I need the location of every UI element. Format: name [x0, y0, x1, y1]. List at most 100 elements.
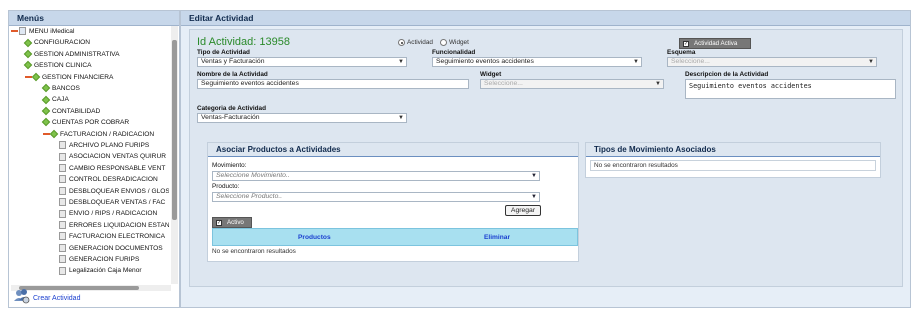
tree-item[interactable]: ARCHIVO PLANO FURIPS	[59, 140, 149, 151]
tree-item-label: ARCHIVO PLANO FURIPS	[69, 142, 150, 149]
tree-item-label: DESBLOQUEAR ENVIOS / GLOS	[69, 187, 169, 195]
tree-item[interactable]: ENVIO / RIPS / RADICACION	[59, 208, 157, 219]
tree-horizontal-scrollbar[interactable]	[11, 285, 171, 291]
active-activity-toggle[interactable]: ✓ Actividad Activa	[679, 38, 751, 49]
activity-id-label: Id Actividad: 13958	[197, 36, 290, 48]
chevron-down-icon: ▼	[655, 81, 661, 87]
chevron-down-icon: ▼	[398, 59, 404, 65]
tree-item-label: GENERACION FURIPS	[69, 256, 140, 263]
tree-item-label: ENVIO / RIPS / RADICACION	[69, 210, 158, 218]
tree-item[interactable]: Legalización Caja Menor	[59, 265, 142, 276]
tree-item[interactable]: ASOCIACION VENTAS QUIRUR	[59, 151, 166, 162]
tree-item[interactable]: CAMBIO RESPONSABLE VENT	[59, 163, 165, 174]
chevron-down-icon: ▼	[398, 115, 404, 121]
tree-item[interactable]: FACTURACION ELECTRONICA	[59, 231, 165, 242]
esquema-placeholder: Seleccione...	[671, 58, 710, 65]
page-icon	[59, 198, 66, 207]
tree-item-label: GESTION FINANCIERA	[42, 73, 114, 81]
tree-item[interactable]: GENERACION DOCUMENTOS	[59, 243, 163, 254]
tree-item[interactable]: ERRORES LIQUIDACION ESTAN	[59, 220, 169, 231]
tree-item[interactable]: CONTABILIDAD	[41, 106, 100, 117]
page-icon	[59, 175, 66, 184]
productos-panel-title: Asociar Productos a Actividades	[208, 143, 578, 157]
widget-select[interactable]: Seleccione... ▼	[480, 79, 664, 89]
folder-icon	[23, 49, 33, 59]
categoria-value: Ventas-Facturación	[201, 114, 260, 121]
tree-item[interactable]: CONFIGURACION	[23, 37, 91, 48]
page-icon	[59, 164, 66, 173]
chevron-down-icon: ▼	[868, 59, 874, 65]
productos-empty-message: No se encontraron resultados	[212, 248, 296, 255]
tree-item-label: DESBLOQUEAR VENTAS / FAC	[69, 199, 166, 206]
collapse-icon[interactable]	[11, 30, 18, 33]
col-productos[interactable]: Productos	[298, 234, 331, 241]
users-gear-icon	[14, 289, 30, 304]
tree-vertical-scrollbar[interactable]	[171, 26, 178, 284]
categoria-select[interactable]: Ventas-Facturación ▼	[197, 113, 407, 123]
tree-item[interactable]: DESBLOQUEAR VENTAS / FAC	[59, 197, 165, 208]
nombre-input[interactable]: Seguimiento eventos accidentes	[197, 79, 469, 89]
col-eliminar[interactable]: Eliminar	[484, 234, 510, 241]
edit-activity-panel: Editar Actividad Id Actividad: 13958 Act…	[180, 10, 911, 308]
tree-item-label: CONFIGURACION	[34, 39, 91, 47]
descripcion-textarea[interactable]: Seguimiento eventos accidentes	[685, 79, 896, 99]
folder-icon	[41, 118, 51, 127]
tree-item[interactable]: GENERACION FURIPS	[59, 254, 139, 265]
tree-item-label: Legalización Caja Menor	[69, 267, 142, 275]
active-activity-label: Actividad Activa	[694, 40, 738, 47]
add-product-button[interactable]: Agregar	[505, 205, 541, 216]
tipo-label: Tipo de Actividad	[197, 49, 250, 56]
radio-actividad-label: Actividad	[407, 39, 433, 46]
widget-placeholder: Seleccione...	[484, 80, 523, 87]
tree-item[interactable]: CONTROL DESRADICACION	[59, 174, 158, 185]
chevron-down-icon: ▼	[633, 59, 639, 65]
movimientos-empty-message: No se encontraron resultados	[594, 162, 678, 169]
tipo-select[interactable]: Ventas y Facturación ▼	[197, 57, 407, 67]
funcionalidad-label: Funcionalidad	[432, 49, 476, 56]
descripcion-value: Seguimiento eventos accidentes	[689, 82, 812, 90]
esquema-select[interactable]: Seleccione... ▼	[667, 57, 877, 67]
tree-item[interactable]: GESTION CLINICA	[23, 60, 92, 71]
tree-item[interactable]: MENU iMedical	[11, 26, 74, 37]
page-icon	[59, 221, 66, 230]
create-activity-label[interactable]: Crear Actividad	[33, 295, 80, 302]
tree-item[interactable]: CUENTAS POR COBRAR	[41, 117, 129, 128]
page-icon	[59, 141, 66, 150]
movimientos-panel: Tipos de Movimiento Asociados No se enco…	[585, 142, 881, 178]
producto-select[interactable]: Seleccione Producto.. ▼	[212, 192, 540, 202]
tree-item[interactable]: FACTURACION / RADICACION	[43, 129, 154, 140]
nombre-value: Seguimiento eventos accidentes	[201, 80, 299, 87]
tree-item[interactable]: CAJA	[41, 94, 69, 105]
page-icon	[59, 152, 66, 161]
funcionalidad-select[interactable]: Seguimiento eventos accidentes ▼	[432, 57, 642, 67]
edit-activity-title: Editar Actividad	[181, 11, 910, 26]
widget-label: Widget	[480, 71, 502, 78]
tree-item[interactable]: DESBLOQUEAR ENVIOS / GLOS	[59, 186, 169, 197]
tree-item[interactable]: GESTION FINANCIERA	[25, 72, 113, 83]
page-icon	[59, 232, 66, 241]
movimiento-select[interactable]: Seleccione Movimiento.. ▼	[212, 171, 540, 181]
menu-panel-title: Menús	[9, 11, 179, 26]
folder-icon	[41, 106, 51, 116]
folder-open-icon	[49, 129, 59, 139]
tree-item-label: BANCOS	[52, 85, 80, 92]
checkbox-check-icon: ✓	[683, 41, 689, 47]
radio-actividad[interactable]	[398, 39, 405, 46]
tree-item-label: FACTURACION ELECTRONICA	[69, 233, 165, 241]
tree-item[interactable]: GESTION ADMINISTRATIVA	[23, 49, 119, 60]
movimientos-table: No se encontraron resultados	[590, 160, 876, 171]
tree-item-label: ASOCIACION VENTAS QUIRUR	[69, 153, 166, 161]
page-icon	[59, 266, 66, 275]
checkbox-check-icon: ✓	[216, 220, 222, 226]
activo-toggle[interactable]: ✓ Activo	[212, 217, 252, 228]
folder-icon	[23, 38, 33, 47]
esquema-label: Esquema	[667, 49, 696, 56]
tree-item-label: GENERACION DOCUMENTOS	[69, 244, 163, 252]
nombre-label: Nombre de la Actividad	[197, 71, 268, 78]
radio-widget[interactable]	[440, 39, 447, 46]
page-icon	[59, 209, 66, 218]
tree-item[interactable]: BANCOS	[41, 83, 80, 94]
folder-icon	[41, 95, 51, 104]
tree-item-label: CAJA	[52, 96, 69, 104]
chevron-down-icon: ▼	[531, 173, 537, 179]
